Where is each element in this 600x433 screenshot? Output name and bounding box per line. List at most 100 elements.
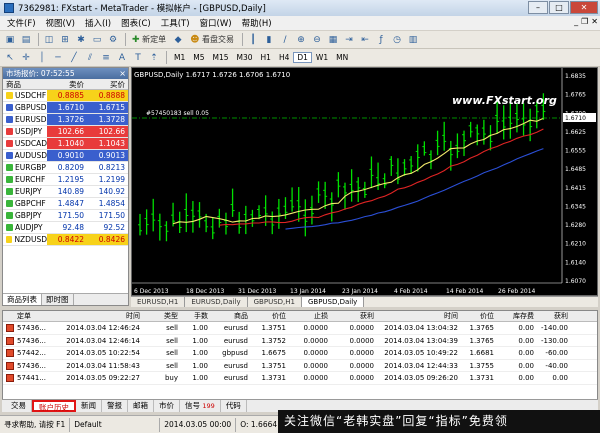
tf-m15[interactable]: M15: [209, 52, 233, 63]
market-watch-row[interactable]: GBPUSD 1.6710 1.6715: [3, 102, 128, 114]
col-ask[interactable]: 买价: [87, 79, 128, 89]
mdi-minimize-button[interactable]: _: [574, 17, 578, 26]
market-watch-row[interactable]: EURCHF 1.2195 1.2199: [3, 174, 128, 186]
menu-file[interactable]: 文件(F): [2, 17, 41, 29]
menu-charts[interactable]: 图表(C): [116, 17, 156, 29]
tf-h1[interactable]: H1: [257, 52, 275, 63]
col-close-price[interactable]: 价位: [461, 311, 497, 321]
profiles-icon[interactable]: ▤: [19, 33, 33, 47]
chart-tab-gbpusd-h1[interactable]: GBPUSD,H1: [248, 297, 302, 307]
indicators-icon[interactable]: ƒ: [374, 33, 388, 47]
text-icon[interactable]: A: [115, 51, 129, 65]
new-chart-icon[interactable]: ▣: [3, 33, 17, 47]
tab-alerts[interactable]: 警报: [102, 400, 128, 412]
tab-account-history[interactable]: 账户历史: [32, 400, 76, 412]
horizontal-line-icon[interactable]: ─: [51, 51, 65, 65]
trendline-icon[interactable]: ╱: [67, 51, 81, 65]
maximize-button[interactable]: □: [549, 1, 569, 14]
tab-code-base[interactable]: 代码: [221, 400, 247, 412]
market-watch-row[interactable]: AUDUSD 0.9010 0.9013: [3, 150, 128, 162]
templates-icon[interactable]: ▥: [406, 33, 420, 47]
expert-advisors-button[interactable]: ☻ 看盘交易: [187, 33, 237, 47]
tab-tick-chart[interactable]: 即时图: [42, 294, 74, 305]
market-watch-row[interactable]: USDCHF 0.8885 0.8888: [3, 90, 128, 102]
crosshair-icon[interactable]: ✛: [19, 51, 33, 65]
col-open-time[interactable]: 时间: [61, 311, 143, 321]
vertical-line-icon[interactable]: │: [35, 51, 49, 65]
arrows-icon[interactable]: ⇡: [147, 51, 161, 65]
market-watch-row[interactable]: USDCAD 1.1040 1.1043: [3, 138, 128, 150]
mdi-restore-button[interactable]: ❐: [581, 17, 588, 26]
navigator-icon[interactable]: ✱: [74, 33, 88, 47]
close-button[interactable]: ✕: [570, 1, 598, 14]
chart-tab-eurusd-daily[interactable]: EURUSD,Daily: [185, 297, 248, 307]
auto-scroll-icon[interactable]: ⇥: [342, 33, 356, 47]
chart-shift-icon[interactable]: ⇤: [358, 33, 372, 47]
close-icon[interactable]: ×: [119, 68, 126, 79]
chart-tab-gbpusd-daily[interactable]: GBPUSD,Daily: [301, 297, 365, 307]
label-icon[interactable]: T: [131, 51, 145, 65]
tab-mailbox[interactable]: 邮箱: [128, 400, 154, 412]
col-symbol[interactable]: 商品: [3, 79, 47, 89]
market-watch-row[interactable]: NZDUSD 0.8422 0.8426: [3, 234, 128, 246]
candlestick-icon[interactable]: ▮: [262, 33, 276, 47]
menu-window[interactable]: 窗口(W): [195, 17, 237, 29]
market-watch-row[interactable]: GBPJPY 171.50 171.50: [3, 210, 128, 222]
periods-icon[interactable]: ◷: [390, 33, 404, 47]
chart-tab-eurusd-h1[interactable]: EURUSD,H1: [131, 297, 186, 307]
tf-d1[interactable]: D1: [293, 52, 312, 63]
terminal-icon[interactable]: ▭: [90, 33, 104, 47]
cursor-icon[interactable]: ↖: [3, 51, 17, 65]
menu-insert[interactable]: 插入(I): [80, 17, 116, 29]
tf-mn[interactable]: MN: [332, 52, 352, 63]
tf-m1[interactable]: M1: [170, 52, 189, 63]
minimize-button[interactable]: –: [528, 1, 548, 14]
tf-h4[interactable]: H4: [275, 52, 293, 63]
meta-editor-icon[interactable]: ◆: [171, 33, 185, 47]
col-order[interactable]: 定单: [17, 311, 61, 321]
col-lots[interactable]: 手数: [181, 311, 211, 321]
menu-help[interactable]: 帮助(H): [237, 17, 277, 29]
zoom-in-icon[interactable]: ⊕: [294, 33, 308, 47]
history-row[interactable]: 57436... 2014.03.04 11:58:43 sell 1.00 eurus…: [3, 360, 597, 372]
col-symbol[interactable]: 商品: [211, 311, 251, 321]
tab-news[interactable]: 新闻: [76, 400, 102, 412]
tab-symbols[interactable]: 商品列表: [3, 294, 42, 305]
col-type[interactable]: 类型: [143, 311, 181, 321]
history-row[interactable]: 57442... 2014.03.05 10:22:54 sell 1.00 gbpus…: [3, 347, 597, 360]
market-watch-row[interactable]: AUDJPY 92.48 92.52: [3, 222, 128, 234]
col-swap[interactable]: 库存费: [497, 311, 537, 321]
mdi-close-button[interactable]: ✕: [591, 17, 598, 26]
col-take-profit[interactable]: 获利: [331, 311, 377, 321]
bar-chart-icon[interactable]: ┃: [246, 33, 260, 47]
menu-tools[interactable]: 工具(T): [156, 17, 195, 29]
col-profit[interactable]: 获利: [537, 311, 571, 321]
tf-m5[interactable]: M5: [189, 52, 208, 63]
col-open-price[interactable]: 价位: [251, 311, 289, 321]
market-watch-row[interactable]: GBPCHF 1.4847 1.4854: [3, 198, 128, 210]
strategy-tester-icon[interactable]: ⚙: [106, 33, 120, 47]
new-order-button[interactable]: ✚ 新定单: [129, 33, 169, 47]
channel-icon[interactable]: ⫽: [83, 51, 97, 65]
tf-w1[interactable]: W1: [312, 52, 332, 63]
market-watch-row[interactable]: USDJPY 102.66 102.66: [3, 126, 128, 138]
col-bid[interactable]: 卖价: [47, 79, 87, 89]
history-row[interactable]: 57436... 2014.03.04 12:46:24 sell 1.00 eurus…: [3, 322, 597, 335]
market-watch-row[interactable]: EURJPY 140.89 140.92: [3, 186, 128, 198]
tab-signals[interactable]: 信号 199: [180, 400, 221, 412]
market-watch-row[interactable]: EURGBP 0.8209 0.8213: [3, 162, 128, 174]
data-window-icon[interactable]: ⊞: [58, 33, 72, 47]
col-close-time[interactable]: 时间: [377, 311, 461, 321]
fibonacci-icon[interactable]: ≡: [99, 51, 113, 65]
market-watch-icon[interactable]: ◫: [42, 33, 56, 47]
tab-market[interactable]: 市价: [154, 400, 180, 412]
tf-m30[interactable]: M30: [233, 52, 257, 63]
history-row[interactable]: 57441... 2014.03.05 09:22:27 buy 1.00 eurusd…: [3, 372, 597, 385]
tab-trade[interactable]: 交易: [6, 400, 32, 412]
price-chart[interactable]: 1.68351.67651.67001.66251.65551.64851.64…: [131, 67, 598, 296]
menu-view[interactable]: 视图(V): [41, 17, 80, 29]
col-stop-loss[interactable]: 止损: [289, 311, 331, 321]
market-watch-row[interactable]: EURUSD 1.3726 1.3728: [3, 114, 128, 126]
zoom-out-icon[interactable]: ⊖: [310, 33, 324, 47]
line-chart-icon[interactable]: ∕: [278, 33, 292, 47]
